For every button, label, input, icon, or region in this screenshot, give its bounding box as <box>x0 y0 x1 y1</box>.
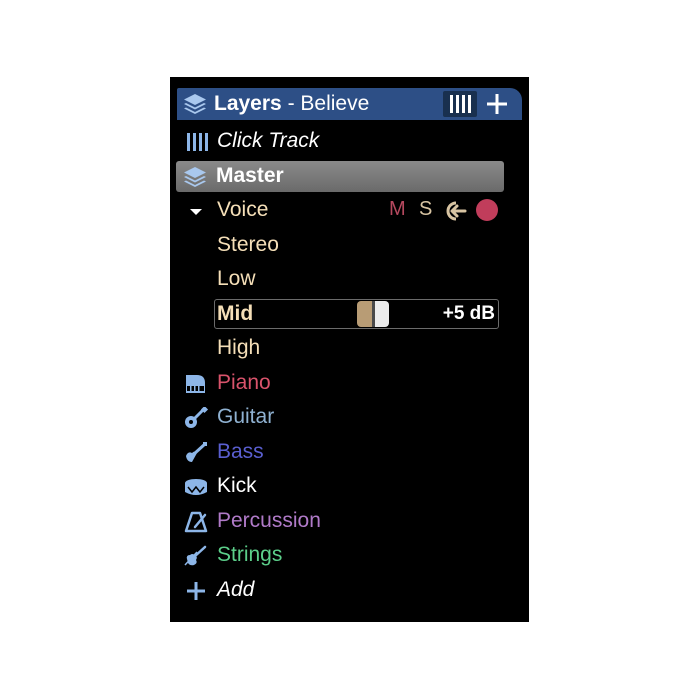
layer-row-voice[interactable]: Voice M S <box>177 195 502 227</box>
layer-row-percussion[interactable]: Percussion <box>177 506 502 538</box>
chevron-down-icon[interactable] <box>183 200 209 222</box>
record-button[interactable] <box>476 199 498 221</box>
layer-label: Piano <box>217 371 271 394</box>
add-layer-button[interactable] <box>482 91 512 117</box>
layer-row-bass[interactable]: Bass <box>177 437 502 469</box>
violin-icon <box>184 545 207 566</box>
sublayer-row-low[interactable]: Low <box>177 264 502 296</box>
panel-header: Layers - Believe <box>177 88 522 120</box>
layers-panel: Layers - Believe Click Track Master Voic… <box>170 77 529 622</box>
layer-label: Kick <box>217 474 257 497</box>
layer-row-guitar[interactable]: Guitar <box>177 402 502 434</box>
layers-icon <box>184 94 206 114</box>
gain-fader-handle[interactable] <box>357 301 389 327</box>
layer-label: Voice <box>217 198 269 221</box>
guitar-icon <box>185 407 209 428</box>
click-track-icon <box>450 95 471 113</box>
add-layer-row[interactable]: Add <box>177 575 502 607</box>
song-name: - Believe <box>287 92 370 115</box>
layer-row-master[interactable]: Master <box>176 161 504 192</box>
drum-icon <box>185 479 207 495</box>
piano-icon <box>186 375 205 393</box>
layer-row-kick[interactable]: Kick <box>177 471 502 503</box>
layer-label: Click Track <box>217 129 320 152</box>
plus-icon <box>187 582 205 600</box>
layer-label: Guitar <box>217 405 275 428</box>
sublayer-row-high[interactable]: High <box>177 333 502 365</box>
layer-row-click-track[interactable]: Click Track <box>177 126 502 158</box>
solo-button[interactable]: S <box>419 198 432 221</box>
mute-button[interactable]: M <box>389 198 406 221</box>
panel-title: Layers - Believe <box>214 92 369 116</box>
click-track-icon <box>187 133 208 151</box>
layers-icon <box>184 167 206 187</box>
sublayer-label: High <box>217 336 261 359</box>
layer-label: Percussion <box>217 509 321 532</box>
bass-icon <box>186 442 207 462</box>
panel-title-text: Layers <box>214 92 282 115</box>
sublayer-label: Low <box>217 267 256 290</box>
layer-row-piano[interactable]: Piano <box>177 368 502 400</box>
sublayer-label: Stereo <box>217 233 279 256</box>
sublayer-label: Mid <box>217 302 254 325</box>
layer-label: Bass <box>217 440 264 463</box>
gain-value: +5 dB <box>442 303 495 324</box>
metronome-icon <box>184 511 208 533</box>
add-layer-label: Add <box>217 578 255 601</box>
layer-row-strings[interactable]: Strings <box>177 540 502 572</box>
sublayer-row-stereo[interactable]: Stereo <box>177 230 502 262</box>
layer-label: Master <box>216 164 284 187</box>
layer-label: Strings <box>217 543 283 566</box>
sublayer-row-mid[interactable]: Mid +5 dB <box>214 299 499 329</box>
plus-icon <box>487 94 507 114</box>
click-track-toggle-button[interactable] <box>443 91 477 117</box>
input-arrow-icon[interactable] <box>441 200 467 222</box>
